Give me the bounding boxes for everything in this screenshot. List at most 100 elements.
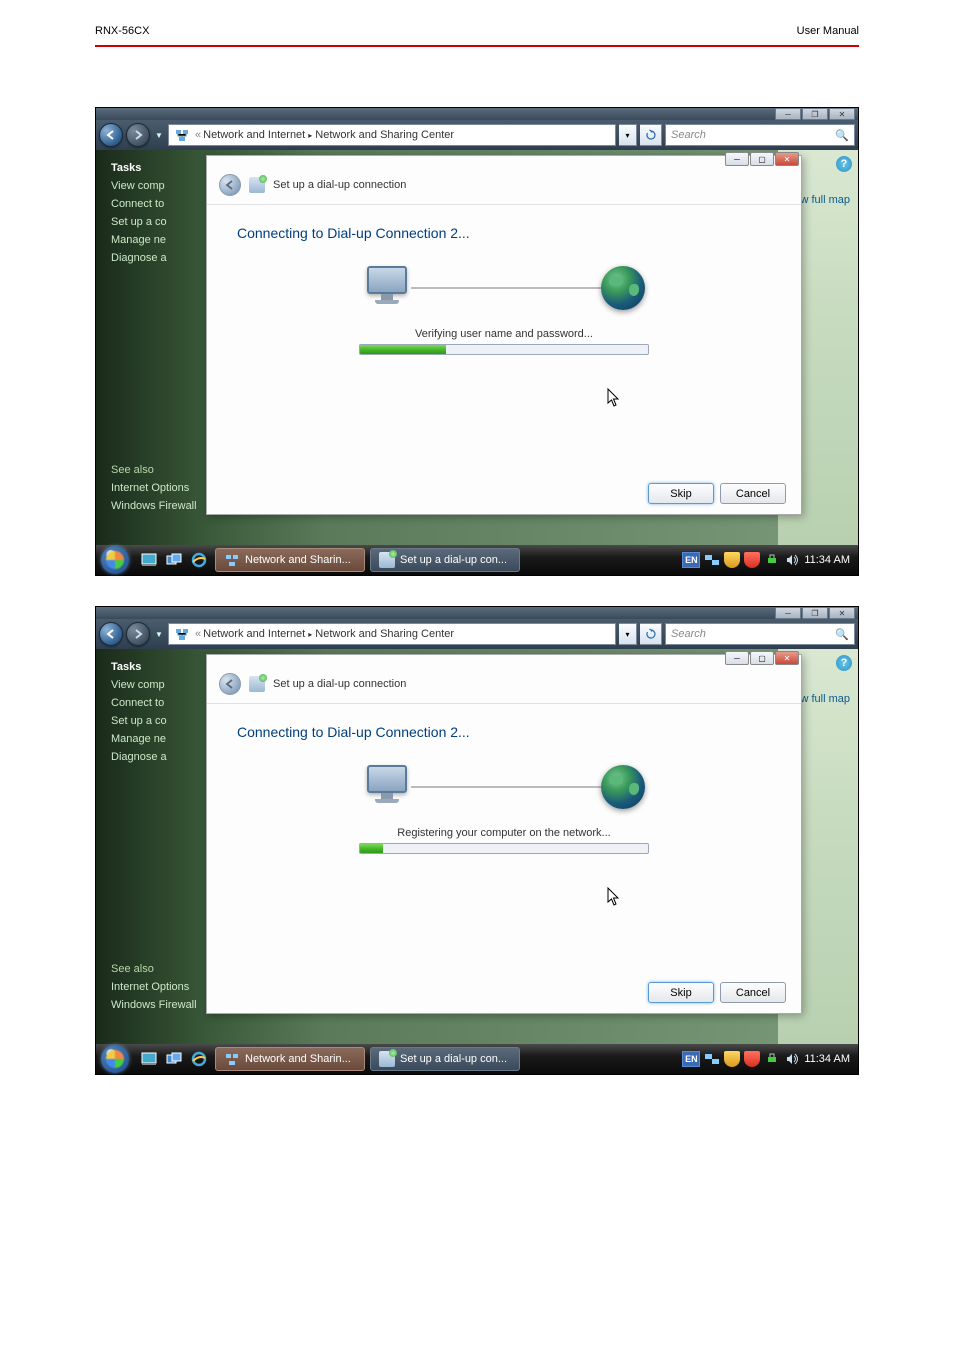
sidebar-item[interactable]: Diagnose a <box>111 751 206 763</box>
sidebar-item[interactable]: Set up a co <box>111 216 206 228</box>
switch-windows-icon[interactable] <box>163 1048 185 1070</box>
clock[interactable]: 11:34 AM <box>804 554 850 566</box>
show-desktop-icon[interactable] <box>138 549 160 571</box>
help-icon[interactable]: ? <box>836 156 852 172</box>
progress-fill <box>360 345 446 354</box>
help-icon[interactable]: ? <box>836 655 852 671</box>
show-desktop-icon[interactable] <box>138 1048 160 1070</box>
clock[interactable]: 11:34 AM <box>804 1053 850 1065</box>
sidebar-item[interactable]: Manage ne <box>111 234 206 246</box>
address-dropdown[interactable]: ▾ <box>619 623 637 645</box>
taskbar-button-network-sharing[interactable]: Network and Sharin... <box>215 1047 365 1071</box>
arrow-right-icon <box>132 628 144 640</box>
search-placeholder: Search <box>671 628 706 640</box>
nav-history-dropdown[interactable]: ▼ <box>153 624 165 644</box>
dialog-minimize-button[interactable]: ─ <box>725 152 749 166</box>
dialog-maximize-button[interactable]: ▢ <box>750 651 774 665</box>
search-input[interactable]: Search 🔍 <box>665 623 855 645</box>
sidebar-item-windows-firewall[interactable]: Windows Firewall <box>111 999 206 1011</box>
start-button[interactable] <box>96 545 134 575</box>
taskbar-button-network-sharing[interactable]: Network and Sharin... <box>215 548 365 572</box>
network-tray-icon[interactable] <box>704 552 720 568</box>
security-warning-icon[interactable] <box>724 552 740 568</box>
breadcrumb[interactable]: « Network and Internet ▸ Network and Sha… <box>168 623 616 645</box>
dialog-title: Set up a dial-up connection <box>273 179 406 191</box>
start-button[interactable] <box>96 1044 134 1074</box>
back-button[interactable] <box>99 622 123 646</box>
sidebar-item[interactable]: View comp <box>111 679 206 691</box>
network-tray-icon[interactable] <box>704 1051 720 1067</box>
maximize-button[interactable]: ❐ <box>802 108 828 120</box>
connection-line-icon <box>411 287 601 289</box>
search-icon[interactable]: 🔍 <box>835 129 849 142</box>
breadcrumb-item[interactable]: Network and Internet <box>203 628 305 640</box>
chevron-right-icon[interactable]: ▸ <box>308 131 312 140</box>
sidebar-item[interactable]: View comp <box>111 180 206 192</box>
maximize-button[interactable]: ❐ <box>802 607 828 619</box>
computer-icon <box>363 266 411 310</box>
search-input[interactable]: Search 🔍 <box>665 124 855 146</box>
taskbar-button-dialup[interactable]: Set up a dial-up con... <box>370 1047 520 1071</box>
modem-icon <box>379 1051 395 1067</box>
taskbar-button-dialup[interactable]: Set up a dial-up con... <box>370 548 520 572</box>
ie-icon[interactable] <box>188 549 210 571</box>
doc-title: User Manual <box>797 25 859 37</box>
dialog-heading: Connecting to Dial-up Connection 2... <box>237 724 771 740</box>
chevron-right-icon[interactable]: ▸ <box>308 630 312 639</box>
taskbar: Network and Sharin... Set up a dial-up c… <box>96 545 858 575</box>
sidebar-item-internet-options[interactable]: Internet Options <box>111 981 206 993</box>
volume-icon[interactable] <box>784 552 800 568</box>
network-center-icon <box>224 1051 240 1067</box>
dialog-maximize-button[interactable]: ▢ <box>750 152 774 166</box>
globe-icon <box>601 765 645 809</box>
dialog-heading: Connecting to Dial-up Connection 2... <box>237 225 771 241</box>
dialog-close-button[interactable]: ✕ <box>775 152 799 166</box>
status-text: Registering your computer on the network… <box>237 827 771 839</box>
breadcrumb-item[interactable]: Network and Internet <box>203 129 305 141</box>
dialog-minimize-button[interactable]: ─ <box>725 651 749 665</box>
close-button[interactable]: ✕ <box>829 108 855 120</box>
network-center-icon <box>174 127 190 143</box>
search-icon[interactable]: 🔍 <box>835 628 849 641</box>
progress-bar <box>359 843 649 854</box>
refresh-button[interactable] <box>640 124 662 146</box>
cancel-button[interactable]: Cancel <box>720 982 786 1003</box>
close-button[interactable]: ✕ <box>829 607 855 619</box>
dialog-back-button[interactable] <box>219 673 241 695</box>
skip-button[interactable]: Skip <box>648 982 714 1003</box>
breadcrumb[interactable]: « Network and Internet ▸ Network and Sha… <box>168 124 616 146</box>
switch-windows-icon[interactable] <box>163 549 185 571</box>
sidebar-item[interactable]: Set up a co <box>111 715 206 727</box>
refresh-button[interactable] <box>640 623 662 645</box>
forward-button[interactable] <box>126 622 150 646</box>
globe-icon <box>601 266 645 310</box>
address-dropdown[interactable]: ▾ <box>619 124 637 146</box>
security-warning-icon[interactable] <box>724 1051 740 1067</box>
sidebar-item-internet-options[interactable]: Internet Options <box>111 482 206 494</box>
dialog-back-button[interactable] <box>219 174 241 196</box>
minimize-button[interactable]: ─ <box>775 607 801 619</box>
back-button[interactable] <box>99 123 123 147</box>
breadcrumb-item[interactable]: Network and Sharing Center <box>315 628 454 640</box>
language-indicator[interactable]: EN <box>682 552 700 568</box>
minimize-button[interactable]: ─ <box>775 108 801 120</box>
sidebar-item[interactable]: Connect to <box>111 198 206 210</box>
remove-hardware-icon[interactable] <box>764 1051 780 1067</box>
cancel-button[interactable]: Cancel <box>720 483 786 504</box>
security-alert-icon[interactable] <box>744 1051 760 1067</box>
breadcrumb-item[interactable]: Network and Sharing Center <box>315 129 454 141</box>
forward-button[interactable] <box>126 123 150 147</box>
volume-icon[interactable] <box>784 1051 800 1067</box>
dialog-close-button[interactable]: ✕ <box>775 651 799 665</box>
sidebar-item-windows-firewall[interactable]: Windows Firewall <box>111 500 206 512</box>
window-titlebar: ─ ❐ ✕ <box>96 607 858 619</box>
nav-history-dropdown[interactable]: ▼ <box>153 125 165 145</box>
language-indicator[interactable]: EN <box>682 1051 700 1067</box>
sidebar-item[interactable]: Connect to <box>111 697 206 709</box>
ie-icon[interactable] <box>188 1048 210 1070</box>
skip-button[interactable]: Skip <box>648 483 714 504</box>
security-alert-icon[interactable] <box>744 552 760 568</box>
remove-hardware-icon[interactable] <box>764 552 780 568</box>
sidebar-item[interactable]: Diagnose a <box>111 252 206 264</box>
sidebar-item[interactable]: Manage ne <box>111 733 206 745</box>
